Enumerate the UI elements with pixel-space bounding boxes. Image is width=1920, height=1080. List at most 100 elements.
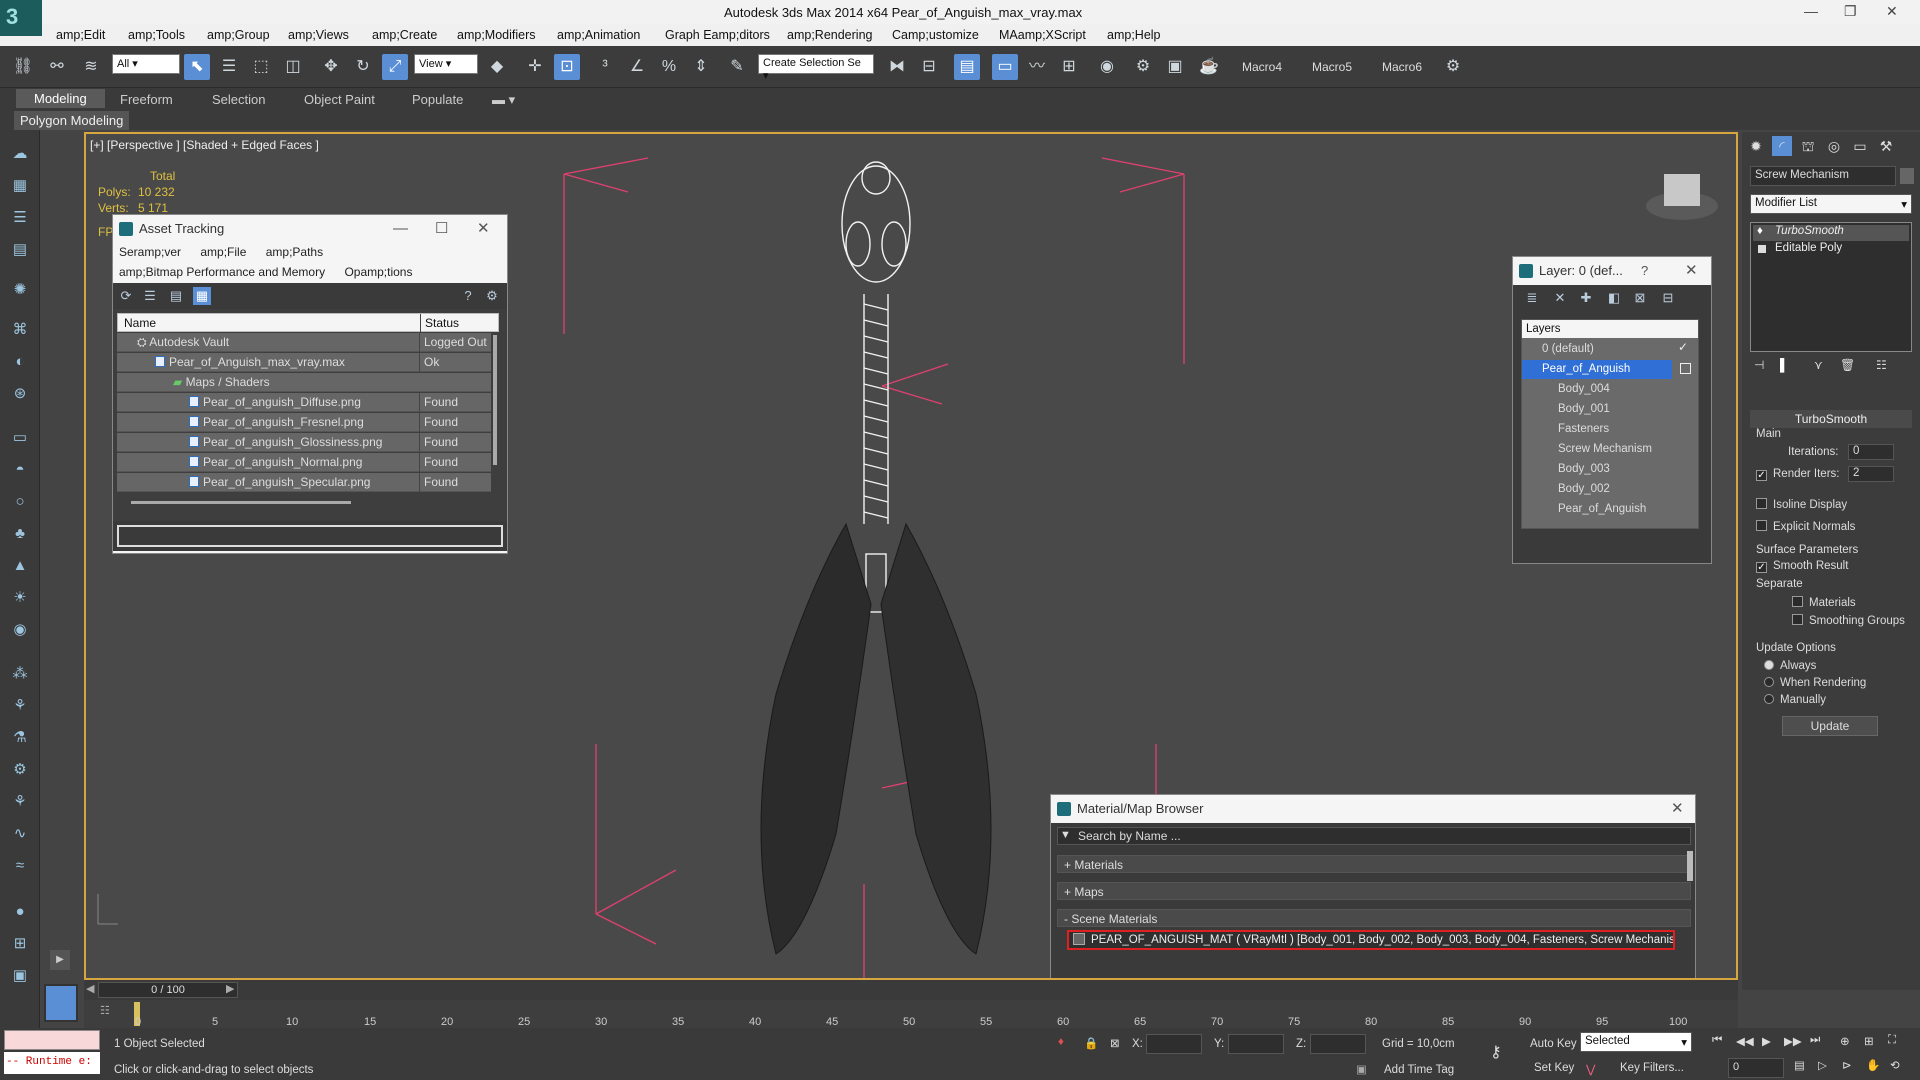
highlight-icon[interactable]: ⊠ — [1631, 289, 1649, 307]
motion-tab-icon[interactable]: ◎ — [1824, 136, 1844, 156]
object-row[interactable]: Fasteners — [1522, 420, 1672, 439]
percent-snap-icon[interactable]: % — [656, 54, 682, 80]
settings-gear-icon[interactable]: ⚙ — [8, 758, 32, 782]
dome-icon[interactable]: ◓ — [8, 458, 32, 482]
isolate-icon[interactable]: ♦ — [1058, 1036, 1064, 1048]
active-layer-icon[interactable] — [1680, 363, 1691, 374]
update-button[interactable]: Update — [1782, 716, 1878, 736]
pan-icon[interactable]: ✋ — [1866, 1058, 1880, 1072]
show-end-result-icon[interactable]: ▌ — [1780, 358, 1789, 372]
link-icon[interactable]: ⛓ — [10, 54, 36, 80]
monitor-icon[interactable]: ▣ — [8, 964, 32, 988]
select-object-icon[interactable]: ⬉ — [184, 54, 210, 80]
hierarchy-tab-icon[interactable]: ⛫ — [1798, 136, 1818, 156]
material-browser-titlebar[interactable]: Material/Map Browser ✕ — [1051, 795, 1695, 823]
maxscript-listener[interactable]: -- Runtime e: — [4, 1052, 100, 1074]
col-name-header[interactable]: Name — [124, 314, 156, 333]
asset-tracking-titlebar[interactable]: Asset Tracking — ☐ ✕ — [113, 215, 507, 243]
ribbon-options-icon[interactable]: ▬ ▾ — [492, 92, 515, 108]
col-status-header[interactable]: Status — [420, 314, 492, 333]
modify-tab-icon[interactable]: ◜ — [1772, 136, 1792, 156]
list-icon[interactable]: ☰ — [8, 206, 32, 230]
create-tab-icon[interactable]: ✹ — [1746, 136, 1766, 156]
iterations-spinner[interactable]: 0 — [1848, 444, 1894, 460]
tab-modeling[interactable]: Modeling — [16, 89, 105, 108]
helper-icon[interactable]: ◐ — [8, 350, 32, 374]
update-rendering-radio[interactable]: When Rendering — [1764, 677, 1866, 689]
menu-views[interactable]: amp;Views — [288, 28, 349, 42]
menu-file[interactable]: amp;File — [200, 245, 246, 259]
go-to-start-icon[interactable]: ⏮ — [1712, 1034, 1722, 1047]
window-crossing-icon[interactable]: ◫ — [280, 54, 306, 80]
sky-icon[interactable]: ◉ — [8, 618, 32, 642]
named-selection-dropdown[interactable]: Create Selection Se ▾ — [758, 54, 874, 82]
ball-icon[interactable]: ● — [8, 900, 32, 924]
spinner-snap-icon[interactable]: ⇕ — [688, 54, 714, 80]
rendered-frame-icon[interactable]: ▣ — [1162, 54, 1188, 80]
separate-smoothing-checkbox[interactable]: Smoothing Groups — [1792, 614, 1905, 627]
help-icon[interactable]: ? — [459, 287, 477, 305]
polygon-modeling-panel[interactable]: Polygon Modeling — [14, 111, 130, 130]
minimize-icon[interactable]: — — [393, 215, 408, 243]
scene-icon[interactable]: ⊞ — [8, 932, 32, 956]
physics-icon[interactable]: ⚗ — [8, 726, 32, 750]
render-production-icon[interactable]: ☕ — [1196, 54, 1222, 80]
stack-item-editable-poly[interactable]: Editable Poly — [1753, 242, 1909, 258]
play-icon[interactable]: ▶ — [1762, 1034, 1771, 1048]
tab-selection[interactable]: Selection — [212, 92, 265, 107]
orbit-icon[interactable]: ▷ — [1818, 1058, 1827, 1072]
table-row[interactable]: Pear_of_anguish_Diffuse.png Found — [117, 393, 491, 412]
menu-edit[interactable]: amp;Edit — [56, 28, 105, 42]
y-coord-field[interactable] — [1228, 1034, 1284, 1054]
grass-icon[interactable]: ♣ — [8, 522, 32, 546]
check-icon[interactable]: ✓ — [1678, 340, 1688, 354]
key-filters-button[interactable]: Key Filters... — [1620, 1062, 1684, 1074]
material-search-input[interactable]: Search by Name ... — [1078, 829, 1181, 843]
hide-icon[interactable]: ⊟ — [1659, 289, 1677, 307]
next-frame-icon[interactable]: ▶ — [226, 982, 234, 995]
close-icon[interactable]: ✕ — [1685, 257, 1698, 285]
search-options-icon[interactable]: ▼ — [1060, 829, 1071, 841]
track-bar[interactable]: ☷ 0 5 10 15 20 25 30 35 40 45 50 55 60 6… — [84, 1000, 1738, 1028]
dynamics-icon[interactable]: ⚘ — [8, 694, 32, 718]
scene-material-entry[interactable]: PEAR_OF_ANGUISH_MAT ( VRayMtl ) [Body_00… — [1067, 930, 1675, 950]
toggle-ribbon-icon[interactable]: ▭ — [992, 54, 1018, 80]
current-frame-field[interactable]: 0 — [1728, 1058, 1784, 1078]
edit-named-sel-icon[interactable]: ✎ — [724, 54, 750, 80]
object-row[interactable]: Body_003 — [1522, 460, 1672, 479]
make-unique-icon[interactable]: ⋎ — [1814, 358, 1823, 372]
new-layer-icon[interactable]: ≣ — [1523, 289, 1541, 307]
menu-tools[interactable]: amp;Tools — [128, 28, 185, 42]
z-coord-field[interactable] — [1310, 1034, 1366, 1054]
expand-icon[interactable] — [1758, 245, 1766, 253]
sphere-icon[interactable]: ○ — [8, 490, 32, 514]
object-row[interactable]: Pear_of_Anguish — [1522, 500, 1672, 519]
render-icon[interactable]: ▦ — [8, 174, 32, 198]
configure-sets-icon[interactable]: ☷ — [1876, 358, 1887, 372]
delete-icon[interactable]: ✕ — [1551, 289, 1569, 307]
macro6-button[interactable]: Macro6 — [1382, 60, 1422, 74]
fov-icon[interactable]: ⊳ — [1842, 1058, 1852, 1072]
vertical-scrollbar[interactable] — [493, 335, 497, 465]
plant-icon[interactable]: ⚘ — [8, 790, 32, 814]
select-icon[interactable]: ◧ — [1605, 289, 1623, 307]
key-mode-icon[interactable]: ⋁ — [1586, 1062, 1595, 1076]
angle-snap-icon[interactable]: ∠ — [624, 54, 650, 80]
curve-editor-icon[interactable]: 〰 — [1024, 54, 1050, 80]
smooth-result-checkbox[interactable]: ✓ Smooth Result — [1756, 560, 1848, 573]
table-row[interactable]: Pear_of_anguish_Fresnel.png Found — [117, 413, 491, 432]
update-always-radio[interactable]: Always — [1764, 660, 1816, 672]
app-logo-icon[interactable]: 3 — [0, 0, 42, 36]
close-icon[interactable]: ✕ — [477, 215, 490, 243]
add-time-tag-button[interactable]: Add Time Tag — [1384, 1064, 1454, 1076]
menu-help[interactable]: amp;Help — [1107, 28, 1161, 42]
macro4-button[interactable]: Macro4 — [1242, 60, 1282, 74]
menu-server[interactable]: Seramp;ver — [119, 245, 181, 259]
scene-materials-group[interactable]: - Scene Materials — [1057, 909, 1691, 927]
zoom-icon[interactable]: ⊕ — [1840, 1034, 1850, 1048]
table-row[interactable]: ▰ Maps / Shaders — [117, 373, 491, 392]
maps-group[interactable]: + Maps — [1057, 882, 1691, 900]
materials-group[interactable]: + Materials — [1057, 855, 1691, 873]
layer-row-pear-of-anguish[interactable]: Pear_of_Anguish — [1522, 360, 1672, 379]
select-manipulate-icon[interactable]: ✛ — [522, 54, 548, 80]
